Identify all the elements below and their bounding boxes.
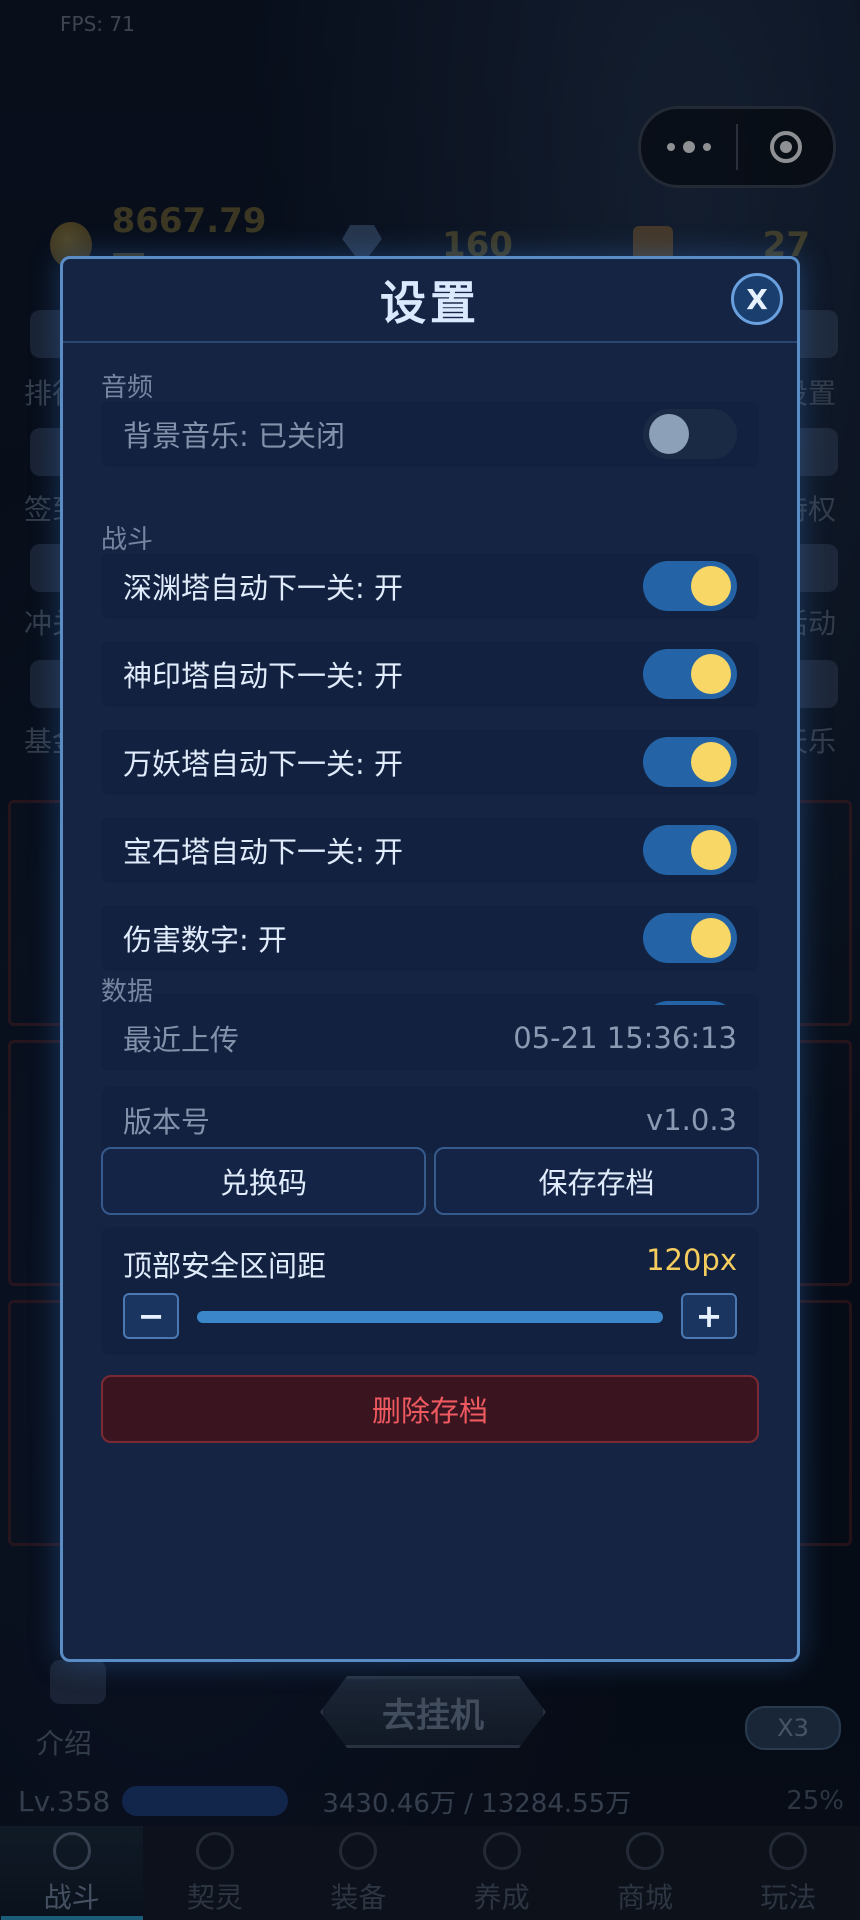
- toggle-knob: [649, 414, 689, 454]
- section-audio: 音频: [101, 373, 154, 403]
- settings-dialog: 设置 X 音频 背景音乐: 已关闭 战斗 深渊塔自动下一关: 开神印塔自动下一关…: [60, 256, 800, 1662]
- toggle-knob: [691, 742, 731, 782]
- damage-numbers-label: 伤害数字: 开: [123, 923, 287, 957]
- gem-tower-auto-toggle[interactable]: [643, 825, 737, 875]
- delete-archive-button[interactable]: 删除存档: [101, 1375, 759, 1443]
- dialog-header: 设置 X: [63, 259, 797, 343]
- damage-numbers-row: 伤害数字: 开: [101, 905, 759, 971]
- bgm-row: 背景音乐: 已关闭: [101, 401, 759, 467]
- abyss-tower-auto-toggle[interactable]: [643, 561, 737, 611]
- safe-area-label: 顶部安全区间距: [123, 1249, 327, 1283]
- last-upload-label: 最近上传: [123, 1023, 240, 1057]
- version-row: 版本号 v1.0.3: [101, 1087, 759, 1153]
- demon-tower-auto-label: 万妖塔自动下一关: 开: [123, 747, 403, 781]
- dialog-title: 设置: [380, 276, 480, 330]
- save-archive-button[interactable]: 保存存档: [434, 1147, 759, 1215]
- safe-area-setting: 顶部安全区间距 120px − +: [101, 1227, 759, 1355]
- redeem-code-button[interactable]: 兑换码: [101, 1147, 426, 1215]
- bgm-toggle[interactable]: [643, 409, 737, 459]
- demon-tower-auto-toggle[interactable]: [643, 737, 737, 787]
- gem-tower-auto-label: 宝石塔自动下一关: 开: [123, 835, 403, 869]
- abyss-tower-auto-label: 深渊塔自动下一关: 开: [123, 571, 403, 605]
- increase-button[interactable]: +: [681, 1293, 737, 1339]
- toggle-knob: [691, 830, 731, 870]
- seal-tower-auto-toggle[interactable]: [643, 649, 737, 699]
- version-value: v1.0.3: [646, 1103, 737, 1137]
- slider-fill: [197, 1311, 663, 1323]
- decrease-button[interactable]: −: [123, 1293, 179, 1339]
- bgm-label: 背景音乐: 已关闭: [123, 419, 345, 453]
- toggle-knob: [691, 654, 731, 694]
- gem-tower-auto-row: 宝石塔自动下一关: 开: [101, 817, 759, 883]
- section-battle: 战斗: [101, 525, 154, 555]
- toggle-knob: [691, 918, 731, 958]
- seal-tower-auto-row: 神印塔自动下一关: 开: [101, 641, 759, 707]
- version-label: 版本号: [123, 1105, 211, 1139]
- safe-area-value: 120px: [646, 1243, 737, 1277]
- safe-area-slider[interactable]: [197, 1311, 663, 1323]
- abyss-tower-auto-row: 深渊塔自动下一关: 开: [101, 553, 759, 619]
- demon-tower-auto-row: 万妖塔自动下一关: 开: [101, 729, 759, 795]
- seal-tower-auto-label: 神印塔自动下一关: 开: [123, 659, 403, 693]
- action-buttons: 兑换码 保存存档: [101, 1147, 759, 1215]
- toggle-knob: [691, 566, 731, 606]
- last-upload-value: 05-21 15:36:13: [513, 1021, 737, 1055]
- last-upload-row: 最近上传 05-21 15:36:13: [101, 1005, 759, 1071]
- close-button[interactable]: X: [731, 273, 783, 325]
- section-data: 数据: [101, 977, 154, 1007]
- damage-numbers-toggle[interactable]: [643, 913, 737, 963]
